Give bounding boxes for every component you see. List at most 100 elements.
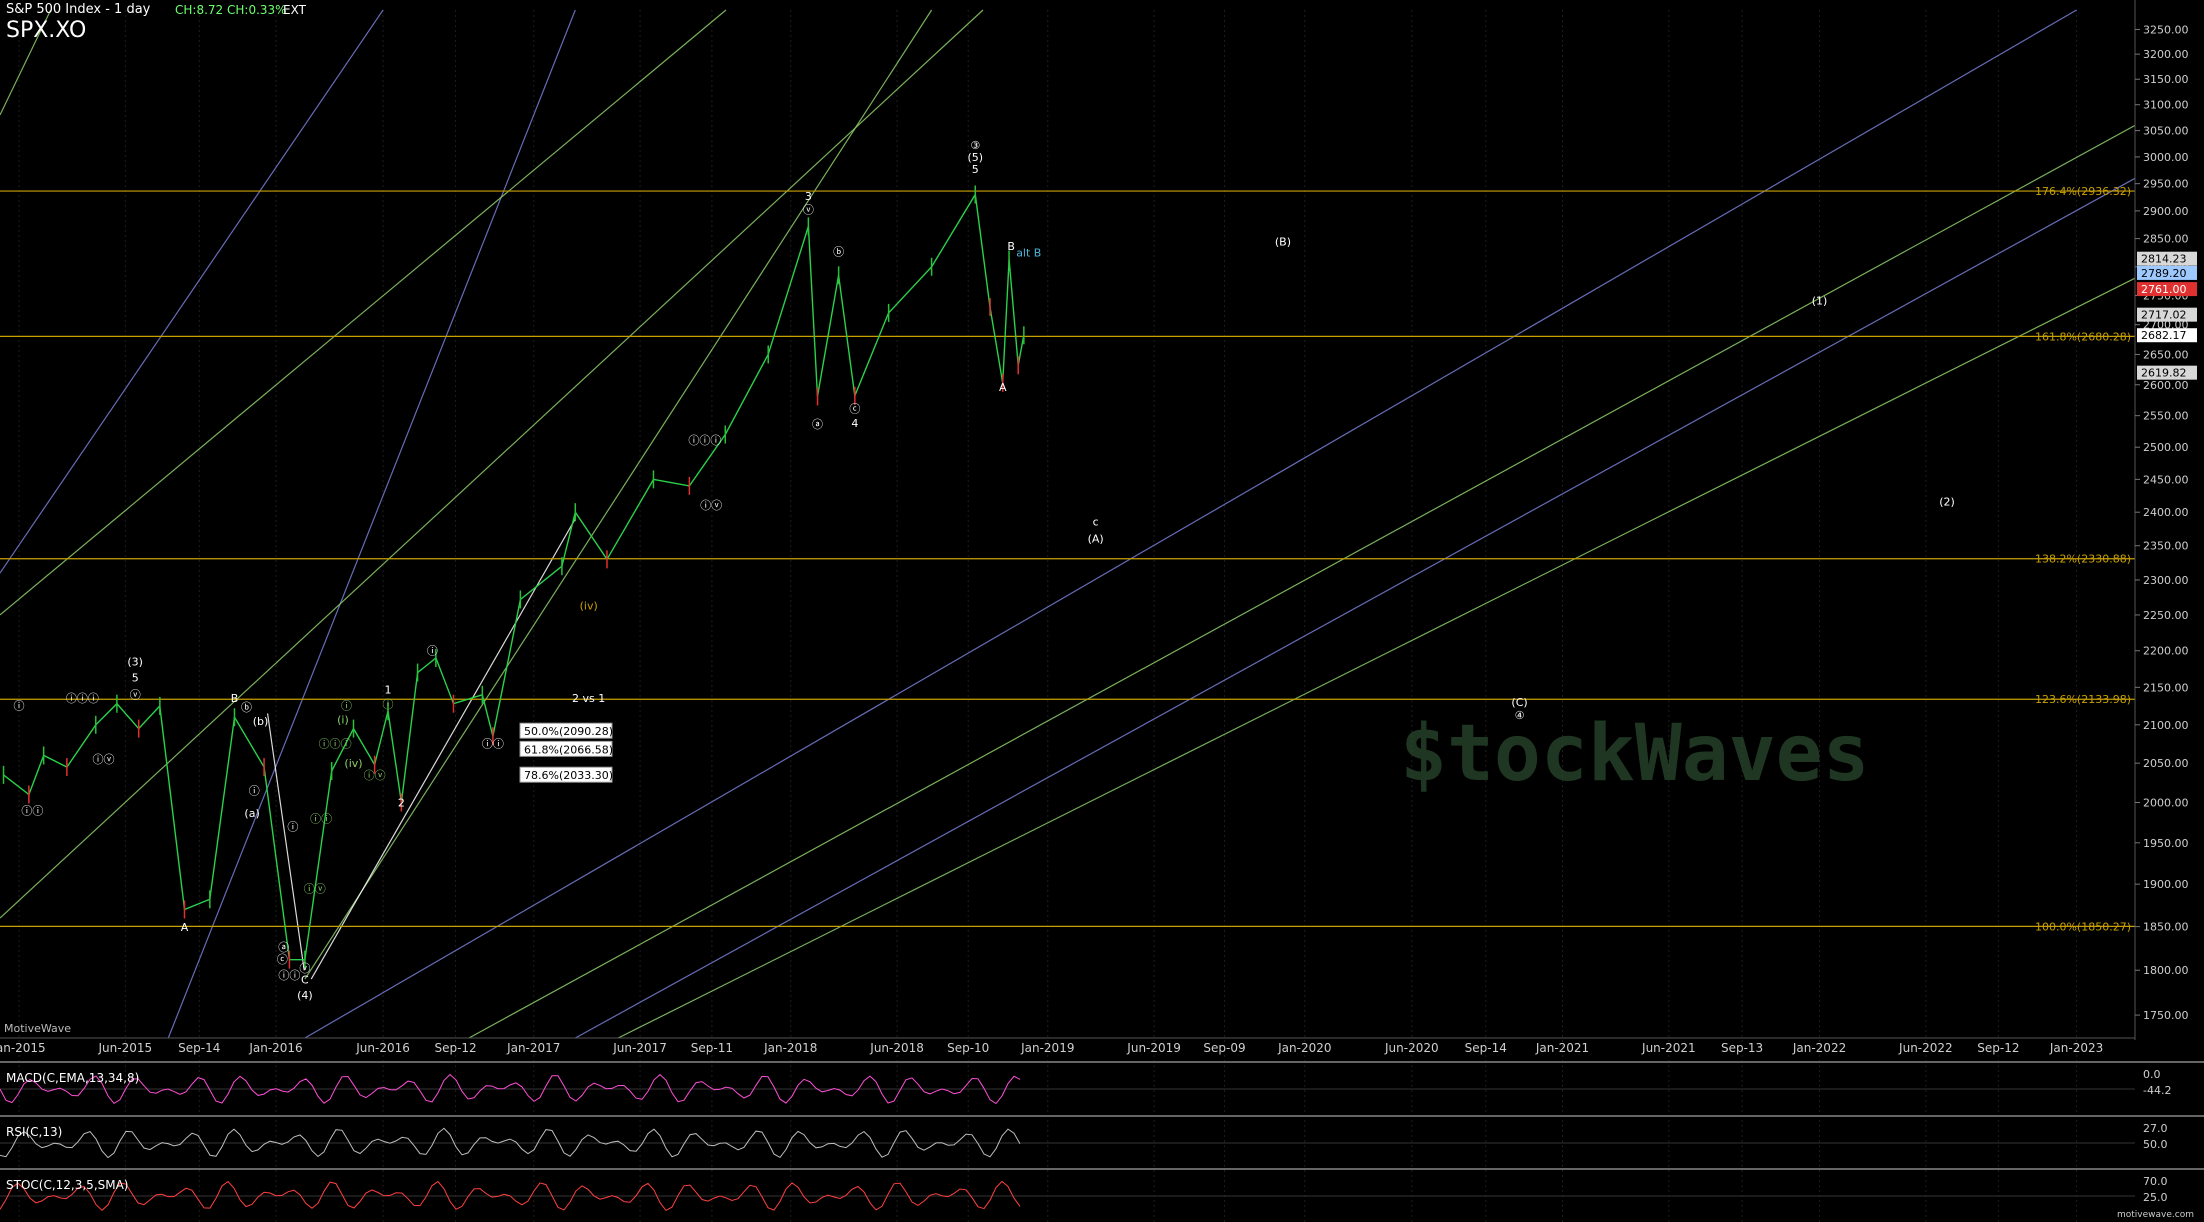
channel-line: [468, 124, 2136, 1039]
y-tick-label: 2000.00: [2143, 796, 2189, 809]
channel-line: [0, 9, 727, 616]
wave-label: ⓐ: [812, 418, 823, 431]
y-tick-label: 2050.00: [2143, 757, 2189, 770]
y-tick-label: 2500.00: [2143, 441, 2189, 454]
wave-label: C: [301, 974, 309, 987]
x-tick-label: Jun-2022: [1898, 1041, 1953, 1055]
wave-label: (3): [127, 655, 143, 668]
wave-label: ⓐ: [278, 941, 289, 954]
x-tick-label: Jan-2021: [1535, 1041, 1589, 1055]
x-tick-label: Jan-2023: [2049, 1041, 2103, 1055]
wave-label: ⓘ: [427, 644, 438, 657]
retrace-label: 78.6%(2033.30): [524, 769, 613, 782]
stockwaves-logo: $tockWaves: [1400, 709, 1870, 799]
indicator-value: 50.0: [2143, 1138, 2168, 1151]
y-tick-label: 1850.00: [2143, 921, 2189, 934]
wave-label: ⓥ: [803, 204, 814, 217]
x-tick-label: Sep-11: [691, 1041, 733, 1055]
channel-line: [0, 9, 984, 919]
y-tick-label: 1900.00: [2143, 878, 2189, 891]
price-tag-label: 2814.23: [2141, 253, 2187, 266]
x-tick-label: Sep-12: [434, 1041, 476, 1055]
wave-label: A: [999, 381, 1007, 394]
indicator-value: 0.0: [2143, 1068, 2161, 1081]
wave-label: ④: [1515, 709, 1525, 722]
wave-label: ⓘⓥ: [93, 753, 115, 766]
x-tick-label: Sep-14: [1465, 1041, 1507, 1055]
y-tick-label: 2200.00: [2143, 645, 2189, 658]
price-tag-label: 2789.20: [2141, 267, 2187, 280]
fib-level-label: 100.0%(1850.27): [2035, 920, 2131, 933]
rsi-label: RSI(C,13): [6, 1125, 63, 1139]
fib-level-label: 138.2%(2330.88): [2035, 553, 2131, 566]
channel-line: [167, 9, 576, 1039]
wave-label: alt B: [1016, 247, 1041, 260]
x-tick-label: Sep-14: [178, 1041, 220, 1055]
y-tick-label: 2300.00: [2143, 574, 2189, 587]
indicator-panes: 0.0 -44.2 27.0 50.0 70.0 25.0: [0, 1061, 2204, 1212]
channel-line: [304, 9, 2077, 1039]
x-tick-label: Jun-2018: [869, 1041, 924, 1055]
wave-label: 2: [398, 796, 405, 809]
channel-line: [0, 9, 384, 574]
indicator-value: -44.2: [2143, 1084, 2171, 1097]
price-series: [2, 185, 1025, 969]
fib-level-label: 123.6%(2133.98): [2035, 693, 2131, 706]
x-tick-label: Jun-2019: [1126, 1041, 1181, 1055]
wave-label: 1: [384, 683, 391, 696]
wave-label: ⓘⓘⓘ: [66, 692, 99, 705]
wave-label: 5: [132, 671, 139, 684]
wave-labels: ⓘⓘⓘⓘⓘⓘⓘⓥ(3)5ⓥABⓑ(b)ⓘ(a)ⓘⓐⓒⓥⓘⓘ C(4)ⓘⓘⓘⓘ(i)…: [14, 139, 1955, 1002]
wave-label: (2): [1939, 496, 1955, 509]
y-tick-label: 2450.00: [2143, 473, 2189, 486]
channel-line: [575, 177, 2136, 1039]
wave-label: (i): [337, 713, 349, 726]
x-tick-label: Jan-2022: [1792, 1041, 1846, 1055]
wave-label: (A): [1088, 532, 1104, 545]
wave-label: A: [181, 921, 189, 934]
wave-label: c: [1093, 516, 1099, 529]
stoch-label: STOC(C,12,3,5,SMA): [6, 1178, 129, 1192]
wave-label: ⓘⓘ: [21, 804, 43, 817]
y-tick-label: 3250.00: [2143, 23, 2189, 36]
wave-label: ⓒ: [277, 953, 288, 966]
y-tick-label: 3000.00: [2143, 151, 2189, 164]
y-tick-label: 2900.00: [2143, 205, 2189, 218]
wave-label: ⓘ: [14, 700, 25, 713]
spx-chart[interactable]: 176.4%(2936.32) 161.8%(2680.28) 138.2%(233…: [0, 0, 2204, 1222]
wave-label: B: [1007, 240, 1015, 253]
wave-label: ⓘ: [249, 785, 260, 798]
wave-label: (iv): [344, 757, 362, 770]
change-percent: CH:0.33%: [227, 3, 287, 17]
wave-label: (a): [244, 807, 259, 820]
y-tick-label: 2850.00: [2143, 233, 2189, 246]
logo-text: $tockWaves: [1400, 709, 1870, 799]
wave-label: 4: [851, 417, 858, 430]
wave-label: ⓘⓘⓘ: [319, 738, 352, 751]
wave-label: 3: [805, 190, 812, 203]
retrace-label: 50.0%(2090.28): [524, 725, 613, 738]
chart-title: S&P 500 Index - 1 day: [6, 2, 151, 17]
wave-label: ⓘⓥ: [364, 769, 386, 782]
x-tick-label: Jan-2020: [1277, 1041, 1331, 1055]
wave-label: ⓘⓘ: [278, 969, 300, 982]
x-tick-label: Jun-2016: [355, 1041, 410, 1055]
x-tick-label: Jan-2018: [763, 1041, 817, 1055]
symbol-label: SPX.XO: [6, 18, 87, 43]
fib-level-label: 176.4%(2936.32): [2035, 185, 2131, 198]
wave-label: ③: [970, 139, 980, 152]
x-tick-label: Jun-2017: [612, 1041, 667, 1055]
wave-label: ⓘⓘⓘ: [688, 434, 721, 447]
y-tick-label: 2100.00: [2143, 719, 2189, 732]
y-tick-label: 3150.00: [2143, 73, 2189, 86]
x-tick-label: Sep-09: [1203, 1041, 1245, 1055]
wave-label: ⓑ: [241, 701, 252, 714]
wave-label: ⓘ: [341, 700, 352, 713]
y-tick-label: 2950.00: [2143, 178, 2189, 191]
wave-label: (b): [253, 715, 269, 728]
wave-label: (iv): [580, 599, 598, 612]
y-tick-label: 1750.00: [2143, 1009, 2189, 1022]
y-tick-label: 2550.00: [2143, 410, 2189, 423]
x-tick-label: Jan-2015: [0, 1041, 46, 1055]
wave-label: ⓘⓥ: [700, 499, 722, 512]
